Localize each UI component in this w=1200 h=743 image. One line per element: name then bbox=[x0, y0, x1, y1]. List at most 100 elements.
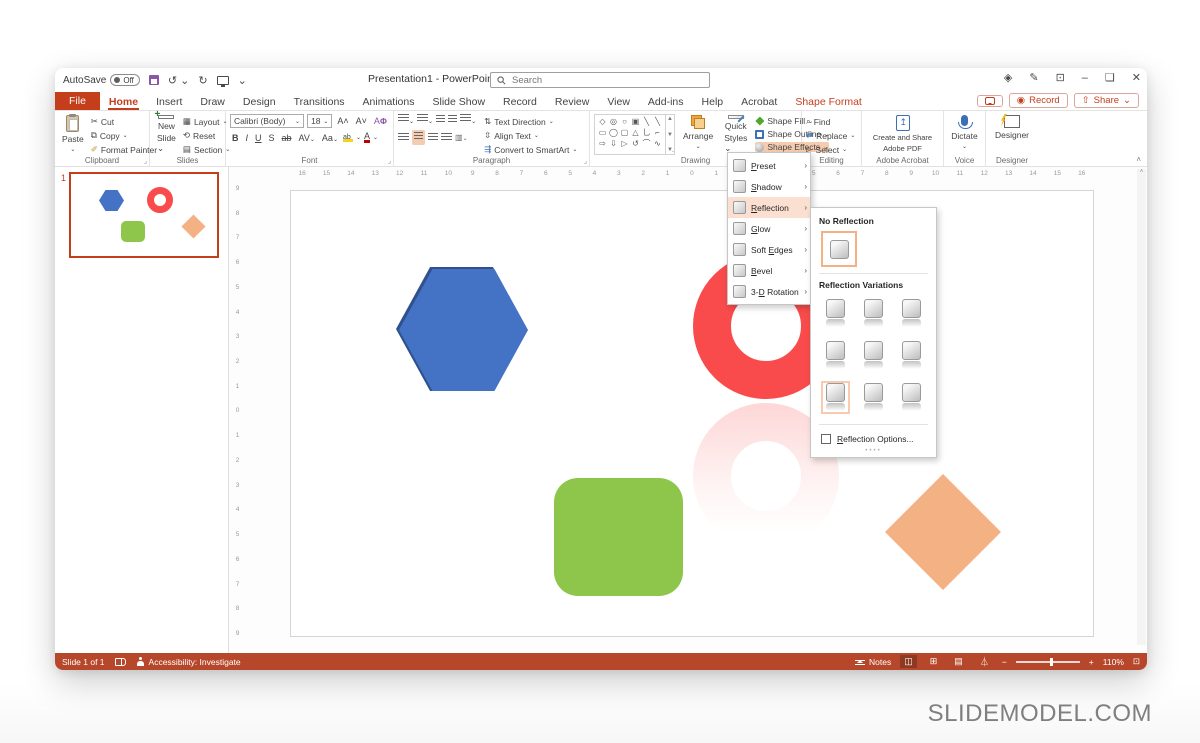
gallery-up-icon[interactable]: ▲ bbox=[667, 116, 673, 122]
designer-button[interactable]: Designer bbox=[992, 114, 1032, 141]
zoom-in-button[interactable]: + bbox=[1089, 657, 1094, 667]
menu-resize-grip[interactable]: •••• bbox=[819, 448, 928, 455]
layout-button[interactable]: ▦ Layout ⌄ bbox=[183, 116, 230, 127]
line-spacing-button[interactable]: ⌄ bbox=[460, 114, 476, 125]
autosave-pill[interactable]: Off bbox=[110, 74, 140, 86]
shape-gallery-scroll[interactable]: ▲ ▼ ▼̱ bbox=[666, 114, 675, 155]
gallery-shape-icon-5[interactable]: ╲ bbox=[652, 116, 663, 127]
gallery-shape-icon-10[interactable]: 乚 bbox=[641, 127, 652, 138]
menu-item-soft-edges[interactable]: Soft Edges › bbox=[728, 239, 810, 260]
reading-view-button[interactable]: ▤ bbox=[950, 655, 967, 668]
align-text-button[interactable]: ⇳ Align Text ⌄ bbox=[484, 130, 577, 141]
gallery-shape-icon-1[interactable]: ◎ bbox=[608, 116, 619, 127]
reset-button[interactable]: ⟲ Reset bbox=[183, 130, 230, 141]
clipboard-dialog-launcher-icon[interactable]: ⌟ bbox=[144, 157, 147, 165]
record-button[interactable]: ◉ Record bbox=[1008, 93, 1068, 108]
font-family-combo[interactable]: Calibri (Body) ⌄ bbox=[230, 114, 305, 128]
menu-item-preset[interactable]: Preset › bbox=[728, 155, 810, 176]
format-painter-button[interactable]: ✐ Format Painter bbox=[91, 144, 157, 155]
gallery-shape-icon-17[interactable]: ∿ bbox=[652, 138, 663, 149]
tab-acrobat[interactable]: Acrobat bbox=[732, 92, 786, 110]
gallery-shape-icon-7[interactable]: ◯ bbox=[608, 127, 619, 138]
autosave-toggle[interactable]: AutoSave Off bbox=[63, 74, 140, 86]
gallery-shape-icon-9[interactable]: △ bbox=[630, 127, 641, 138]
tab-shape-format[interactable]: Shape Format bbox=[786, 92, 871, 110]
search-box[interactable] bbox=[490, 72, 710, 88]
paragraph-dialog-launcher-icon[interactable]: ⌟ bbox=[584, 157, 587, 165]
gallery-shape-icon-0[interactable]: ◇ bbox=[597, 116, 608, 127]
ribbon-display-options-icon[interactable]: ⊡ bbox=[1056, 71, 1065, 84]
highlight-color-button[interactable]: ab bbox=[342, 134, 353, 142]
gallery-shape-icon-14[interactable]: ▷ bbox=[619, 138, 630, 149]
font-size-combo[interactable]: 18 ⌄ bbox=[307, 114, 333, 128]
menu-item-3-d-rotation[interactable]: 3-D Rotation › bbox=[728, 281, 810, 302]
reflection-variation-8[interactable] bbox=[859, 381, 888, 414]
tab-add-ins[interactable]: Add-ins bbox=[639, 92, 693, 110]
grow-font-button[interactable]: A˄ bbox=[335, 116, 350, 126]
tab-design[interactable]: Design bbox=[234, 92, 285, 110]
italic-button[interactable]: I bbox=[244, 133, 251, 143]
section-button[interactable]: ▤ Section ⌄ bbox=[183, 144, 230, 155]
close-button[interactable]: ✕ bbox=[1132, 71, 1141, 84]
gallery-shape-icon-13[interactable]: ⇩ bbox=[608, 138, 619, 149]
bold-button[interactable]: B bbox=[230, 133, 241, 143]
select-button[interactable]: ▻ Select ⌄ bbox=[806, 144, 857, 155]
zoom-slider-knob[interactable] bbox=[1049, 657, 1053, 666]
replace-button[interactable]: ⇄ Replace ⌄ bbox=[806, 130, 857, 141]
notes-button[interactable]: Notes bbox=[855, 657, 891, 667]
copy-button[interactable]: ⧉ Copy ⌄ bbox=[91, 130, 157, 141]
gallery-shape-icon-15[interactable]: ↺ bbox=[630, 138, 641, 149]
gallery-more-icon[interactable]: ▼̱ bbox=[667, 147, 673, 153]
vertical-scrollbar[interactable]: ˄ bbox=[1137, 169, 1146, 646]
normal-view-button[interactable]: ◫ bbox=[900, 655, 917, 668]
font-color-button[interactable]: A bbox=[364, 132, 371, 143]
gallery-shape-icon-2[interactable]: ○ bbox=[619, 116, 630, 127]
arrange-button[interactable]: Arrange ⌄ bbox=[680, 114, 716, 155]
menu-item-shadow[interactable]: Shadow › bbox=[728, 176, 810, 197]
shape-gallery[interactable]: ◇ ◎ ○ ▣ ╲ ╲ ▭ ◯ ▢ △ 乚 ⌐ ⇨ ⇩ ▷ ↺ ⌒ ∿ bbox=[594, 114, 666, 155]
change-case-button[interactable]: Aa⌄ bbox=[320, 133, 340, 143]
customize-qat-icon[interactable]: ⌄ bbox=[238, 74, 247, 87]
collapse-ribbon-icon[interactable]: ˄ bbox=[1136, 155, 1141, 164]
zoom-out-button[interactable]: − bbox=[1002, 657, 1007, 667]
gallery-shape-icon-12[interactable]: ⇨ bbox=[597, 138, 608, 149]
tab-record[interactable]: Record bbox=[494, 92, 546, 110]
cut-button[interactable]: ✂ Cut bbox=[91, 116, 157, 127]
restore-button[interactable]: ❏ bbox=[1105, 71, 1115, 84]
reflection-variation-9[interactable] bbox=[897, 381, 926, 414]
numbering-button[interactable]: ⌄ bbox=[417, 114, 433, 125]
coming-soon-icon[interactable]: ◈ bbox=[1004, 71, 1012, 84]
reflection-variation-1[interactable] bbox=[821, 297, 850, 330]
hexagon-shape[interactable] bbox=[399, 269, 528, 391]
find-button[interactable]: ⌕ Find bbox=[806, 116, 857, 127]
gallery-shape-icon-8[interactable]: ▢ bbox=[619, 127, 630, 138]
tab-slide-show[interactable]: Slide Show bbox=[424, 92, 495, 110]
font-dialog-launcher-icon[interactable]: ⌟ bbox=[388, 157, 391, 165]
increase-indent-button[interactable] bbox=[448, 115, 458, 124]
reflection-variation-5[interactable] bbox=[859, 339, 888, 372]
tab-transitions[interactable]: Transitions bbox=[285, 92, 354, 110]
no-reflection-option[interactable] bbox=[821, 231, 857, 267]
comments-button[interactable] bbox=[976, 94, 1003, 107]
reflection-variation-7[interactable] bbox=[821, 381, 851, 414]
slide-sorter-view-button[interactable]: ⊞ bbox=[926, 655, 942, 668]
reflection-variation-2[interactable] bbox=[859, 297, 888, 330]
slideshow-view-button[interactable]: ⏃ bbox=[976, 654, 993, 669]
gallery-shape-icon-6[interactable]: ▭ bbox=[597, 127, 608, 138]
quick-styles-button[interactable]: Quick Styles ⌄ bbox=[721, 114, 750, 155]
zoom-slider[interactable] bbox=[1015, 657, 1080, 666]
shrink-font-button[interactable]: A˅ bbox=[354, 116, 369, 126]
tab-draw[interactable]: Draw bbox=[191, 92, 234, 110]
character-spacing-button[interactable]: AV⌄ bbox=[297, 133, 317, 143]
underline-button[interactable]: U bbox=[253, 133, 264, 143]
shadow-button[interactable]: S bbox=[267, 133, 277, 143]
new-slide-button[interactable]: New Slide ⌄ bbox=[154, 109, 179, 155]
gallery-shape-icon-16[interactable]: ⌒ bbox=[641, 138, 652, 149]
zoom-level[interactable]: 110% bbox=[1103, 657, 1124, 667]
paste-button[interactable]: Paste ⌄ bbox=[59, 114, 87, 155]
diamond-shape[interactable] bbox=[885, 474, 1001, 590]
spellcheck-icon[interactable] bbox=[114, 657, 126, 666]
create-pdf-button[interactable]: Create and Share Adobe PDF bbox=[870, 114, 935, 154]
tab-view[interactable]: View bbox=[598, 92, 639, 110]
reflection-variation-6[interactable] bbox=[897, 339, 926, 372]
